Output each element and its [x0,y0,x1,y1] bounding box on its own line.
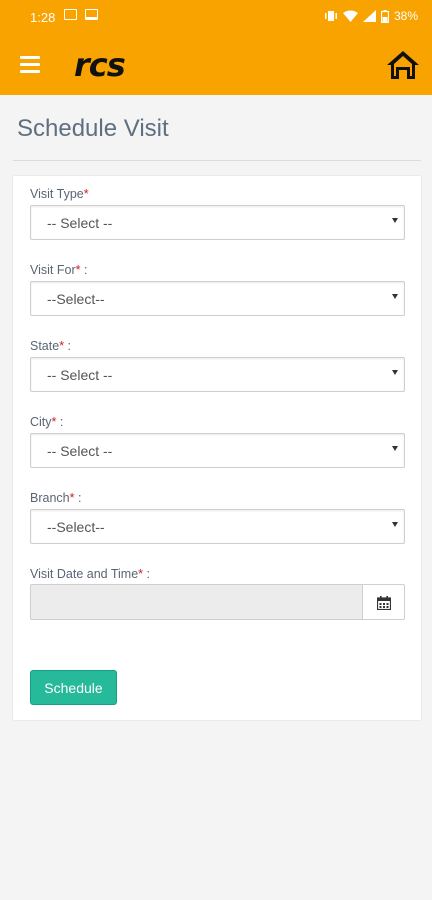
visit-datetime-input[interactable] [30,584,363,620]
state-select[interactable]: -- Select -- [30,357,405,392]
state-label: State* : [30,339,72,353]
svg-text:rcs: rcs [74,51,125,81]
visit-for-label: Visit For* : [30,263,88,277]
calendar-button[interactable] [362,584,405,620]
image-icon [64,9,77,20]
home-icon[interactable] [386,49,420,81]
vibrate-icon [324,11,337,21]
title-divider [13,160,421,161]
status-time: 1:28 [30,10,56,25]
city-label: City* : [30,415,64,429]
signal-icon [362,10,376,22]
visit-type-select[interactable]: -- Select -- [30,205,405,240]
page-title: Schedule Visit [17,115,169,142]
dropdown-arrow-icon [392,218,398,223]
visit-for-select[interactable]: --Select-- [30,281,405,316]
city-select[interactable]: -- Select -- [30,433,405,468]
schedule-button[interactable]: Schedule [30,670,117,705]
desktop-icon [85,9,98,20]
app-bar: rcs [0,36,432,95]
visit-type-label: Visit Type* [30,187,89,201]
calendar-icon [377,596,391,610]
menu-icon[interactable] [20,56,40,74]
required-mark: * [83,187,89,201]
dropdown-arrow-icon [392,294,398,299]
battery-percent: 38% [393,9,418,23]
branch-label: Branch* : [30,491,82,505]
visit-datetime-label: Visit Date and Time* : [30,567,150,581]
battery-icon [380,9,389,23]
dropdown-arrow-icon [392,370,398,375]
rcs-logo: rcs [74,51,126,81]
wifi-icon [342,10,358,22]
dropdown-arrow-icon [392,522,398,527]
dropdown-arrow-icon [392,446,398,451]
status-bar: 1:28 38% [0,0,432,36]
branch-select[interactable]: --Select-- [30,509,405,544]
